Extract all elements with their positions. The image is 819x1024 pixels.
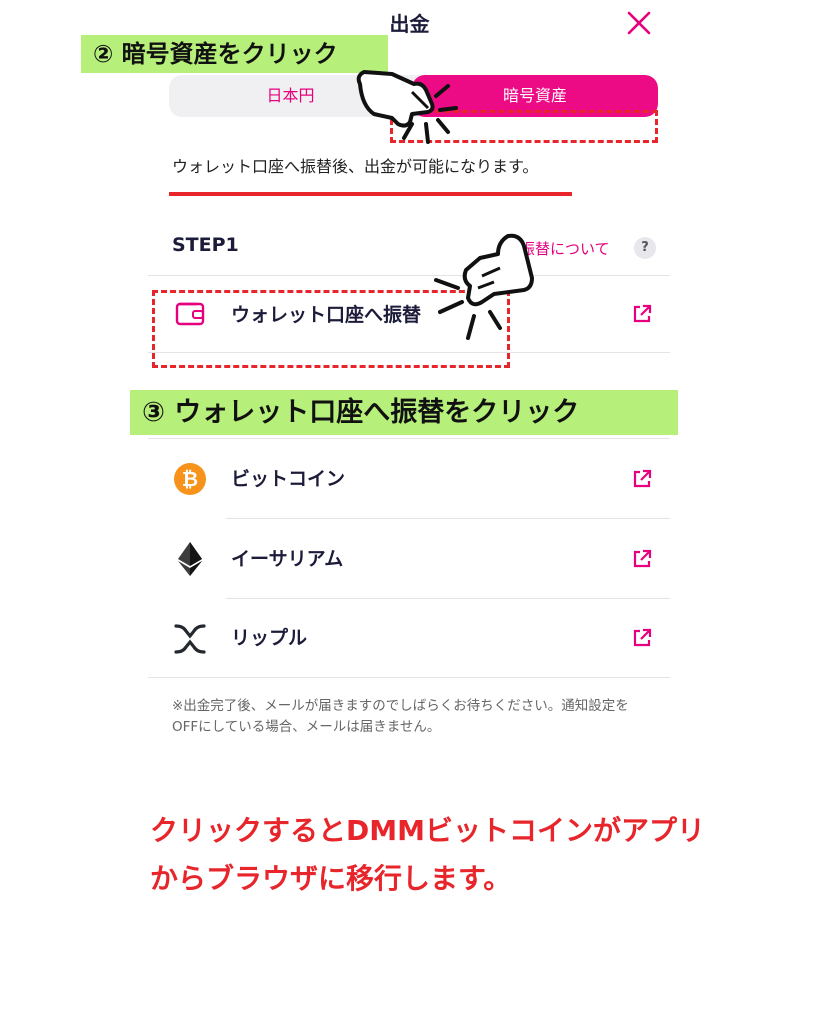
step-label: STEP1 <box>172 234 239 256</box>
asset-label: ビットコイン <box>231 468 346 490</box>
highlight-underline <box>169 192 572 196</box>
help-icon[interactable]: ? <box>634 237 656 259</box>
asset-label: イーサリアム <box>231 548 344 570</box>
asset-label: リップル <box>231 627 308 649</box>
ripple-icon <box>174 624 206 654</box>
divider <box>148 352 670 353</box>
notice-text: ※出金完了後、メールが届きますのでしばらくお待ちください。通知設定をOFFにして… <box>172 698 629 735</box>
external-link-icon[interactable] <box>631 627 653 649</box>
bitcoin-icon: ₿ <box>174 463 206 495</box>
ethereum-icon <box>178 542 202 576</box>
annotation-step2: ② 暗号資産をクリック <box>81 35 388 73</box>
page-title: 出金 <box>389 12 430 36</box>
bottom-message: クリックするとDMMビットコインがアプリからブラウザに移行します。 <box>150 814 705 895</box>
annotation-step3: ③ ウォレット口座へ振替をクリック <box>130 390 678 435</box>
pointing-hand-icon <box>356 70 458 144</box>
close-icon[interactable] <box>622 6 656 40</box>
external-link-icon[interactable] <box>631 548 653 570</box>
asset-row-bitcoin[interactable] <box>148 439 670 518</box>
external-link-icon[interactable] <box>631 303 653 325</box>
external-link-icon[interactable] <box>631 468 653 490</box>
pointing-hand-icon <box>434 233 534 340</box>
asset-row-ethereum[interactable] <box>148 519 670 598</box>
info-text: ウォレット口座へ振替後、出金が可能になります。 <box>172 157 539 176</box>
svg-text:₿: ₿ <box>182 467 198 491</box>
divider <box>148 677 670 678</box>
asset-row-ripple[interactable] <box>148 599 670 677</box>
